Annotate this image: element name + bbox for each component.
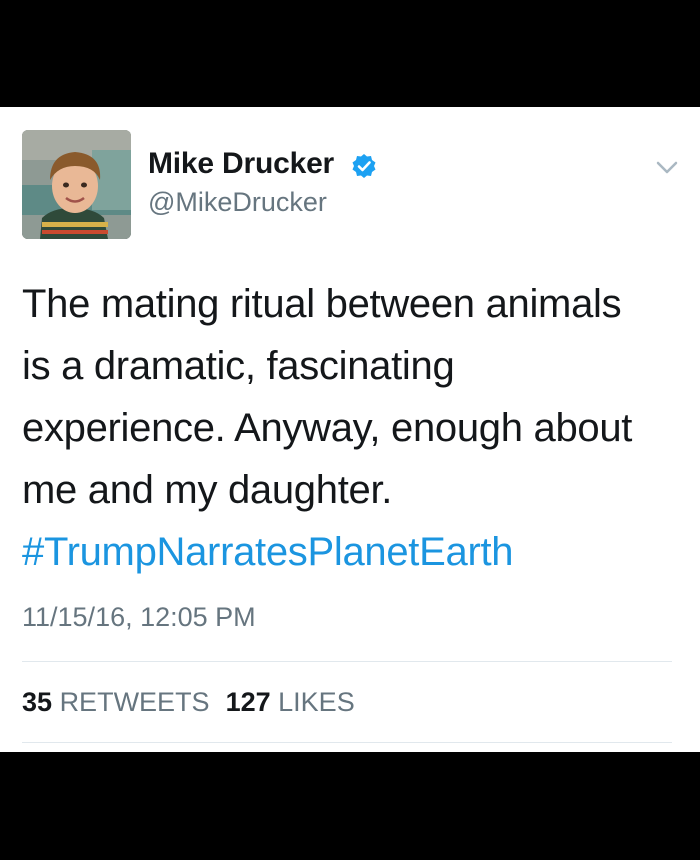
retweets-stat[interactable]: 35 RETWEETS — [22, 687, 210, 717]
avatar[interactable] — [22, 130, 131, 239]
divider — [22, 661, 672, 662]
verified-badge-icon — [352, 154, 376, 178]
tweet-text-line: me and my daughter. — [22, 468, 393, 512]
likes-label: LIKES — [278, 687, 355, 717]
display-name[interactable]: Mike Drucker — [148, 147, 334, 181]
top-black-bar — [0, 0, 700, 107]
divider — [22, 742, 672, 743]
tweet-card: Mike Drucker @MikeDrucker The mating rit… — [0, 107, 700, 752]
timestamp[interactable]: 11/15/16, 12:05 PM — [22, 602, 256, 633]
chevron-down-icon[interactable] — [654, 159, 680, 177]
retweets-label: RETWEETS — [59, 687, 210, 717]
avatar-image — [22, 130, 131, 239]
tweet-text-line: experience. Anyway, enough about — [22, 406, 633, 450]
handle[interactable]: @MikeDrucker — [148, 187, 327, 218]
retweets-count: 35 — [22, 687, 53, 717]
hashtag-link[interactable]: #TrumpNarratesPlanetEarth — [22, 521, 682, 583]
bottom-black-bar — [0, 752, 700, 860]
engagement-stats: 35 RETWEETS 127 LIKES — [22, 687, 355, 718]
tweet-text-line: is a dramatic, fascinating — [22, 344, 455, 388]
likes-stat[interactable]: 127 LIKES — [226, 687, 355, 717]
likes-count: 127 — [225, 687, 271, 717]
tweet-text-line: The mating ritual between animals — [22, 282, 622, 326]
tweet-text: The mating ritual between animals is a d… — [22, 273, 682, 583]
